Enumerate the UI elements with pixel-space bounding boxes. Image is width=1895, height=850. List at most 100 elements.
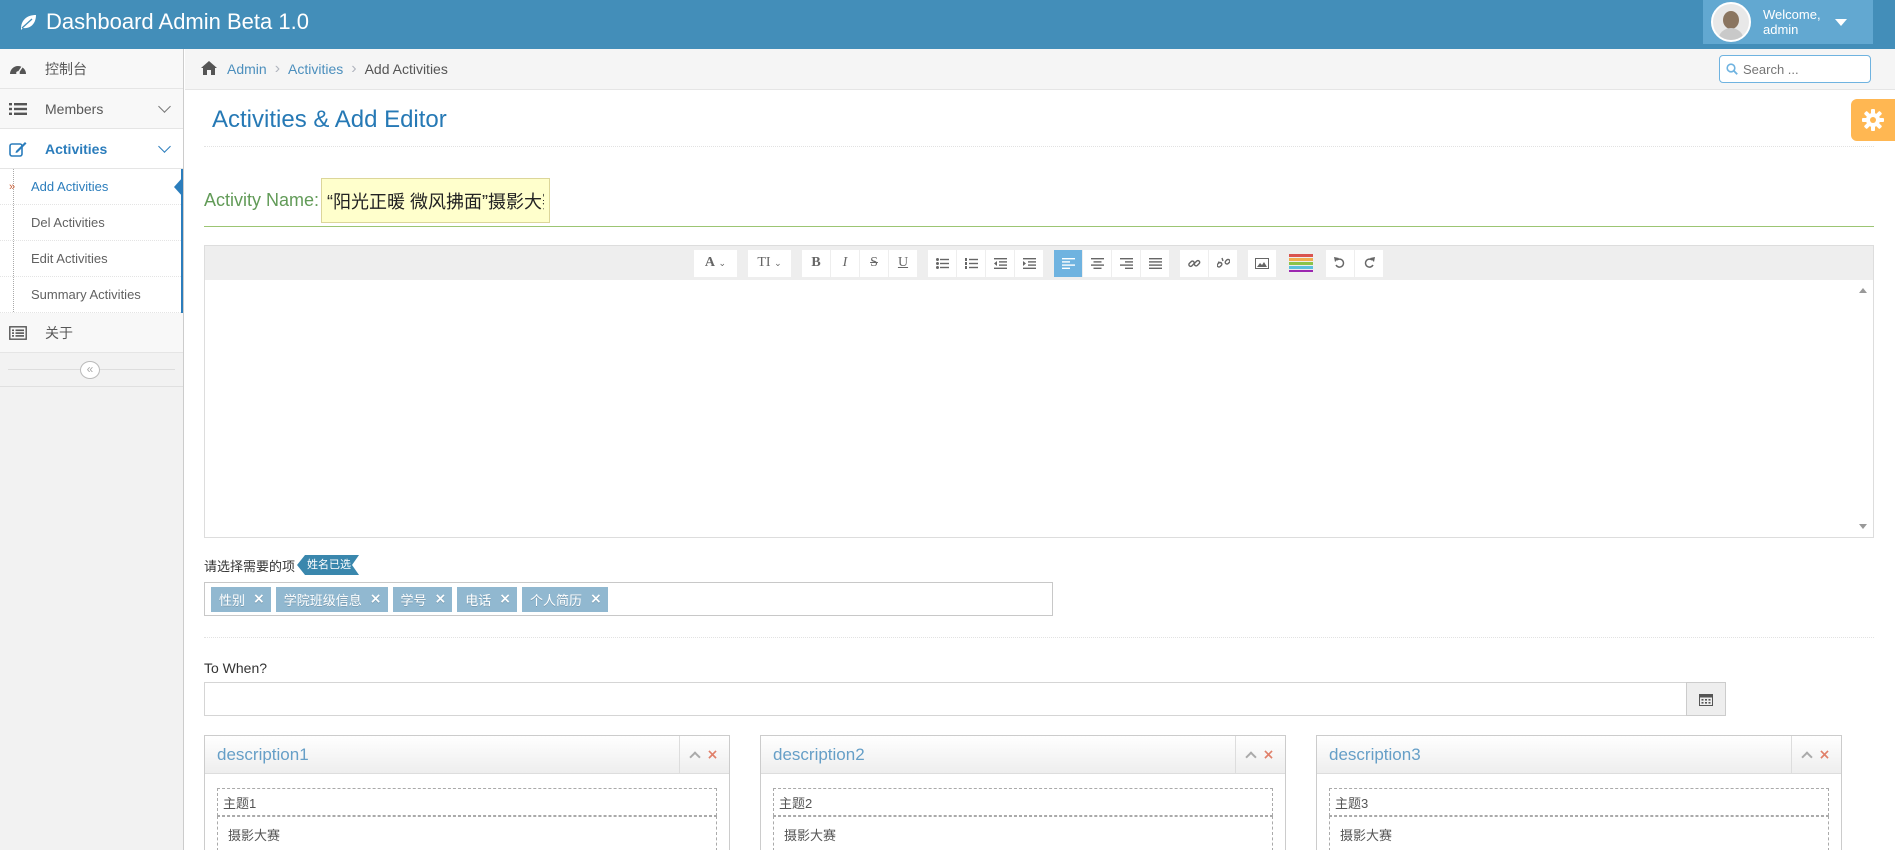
chevron-up-icon[interactable]	[688, 751, 701, 763]
sidebar-item-label: Members	[45, 100, 104, 117]
home-icon[interactable]	[201, 60, 217, 78]
to-when-label: To When?	[204, 660, 268, 676]
font-family-icon[interactable]: A ⌄	[694, 249, 738, 277]
settings-button[interactable]	[1851, 99, 1895, 141]
brand[interactable]: Dashboard Admin Beta 1.0	[18, 9, 309, 35]
chevron-up-icon[interactable]	[1244, 751, 1257, 763]
page-title: Activities & Add Editor	[212, 106, 447, 133]
pencil-square-icon	[8, 141, 28, 157]
tag-label: 学号	[400, 592, 427, 608]
sidebar-subitem-label: Edit Activities	[31, 251, 108, 266]
close-icon[interactable]: ×	[707, 747, 719, 763]
main-content: Activities & Add Editor Activity Name: A…	[185, 90, 1895, 850]
widget-field-topic[interactable]: 主题3	[1329, 788, 1829, 816]
activity-name-input[interactable]	[321, 178, 551, 223]
widget-field-content[interactable]: 摄影大赛	[217, 816, 717, 850]
sidebar-item-about[interactable]: 关于	[0, 313, 183, 353]
gear-icon	[1862, 109, 1884, 131]
tachometer-icon	[8, 61, 28, 77]
widget-field-topic[interactable]: 主题2	[773, 788, 1273, 816]
divider	[204, 226, 1874, 227]
tag-label: 个人简历	[530, 592, 583, 608]
chevron-down-icon	[158, 140, 171, 153]
sidebar-item-label: 关于	[45, 324, 73, 341]
close-icon[interactable]: ×	[1263, 747, 1275, 763]
indent-icon[interactable]	[1015, 249, 1044, 277]
align-justify-icon[interactable]	[1141, 249, 1170, 277]
sidebar-subitem-summary-activities[interactable]: Summary Activities	[0, 277, 181, 313]
sidebar-subitem-label: Add Activities	[31, 179, 109, 194]
font-size-icon[interactable]: TI ⌄	[748, 249, 792, 277]
username: admin	[1763, 22, 1799, 37]
undo-icon[interactable]	[1326, 249, 1355, 277]
tags-input[interactable]: 性别 × 学院班级信息 × 学号 × 电话 × 个人简历 ×	[204, 582, 1053, 616]
scroll-up-icon[interactable]	[1859, 288, 1867, 293]
bold-icon[interactable]: B	[802, 249, 831, 277]
redo-icon[interactable]	[1355, 249, 1384, 277]
search-input[interactable]	[1743, 61, 1863, 77]
align-center-icon[interactable]	[1083, 249, 1112, 277]
widget-title: description3	[1329, 745, 1421, 764]
tag-class-info: 学院班级信息 ×	[275, 586, 388, 612]
user-menu-toggle[interactable]: Welcome, admin	[1703, 0, 1873, 44]
to-when-input[interactable]	[204, 682, 1687, 716]
widget-field-content[interactable]: 摄影大赛	[773, 816, 1273, 850]
close-icon[interactable]: ×	[499, 591, 511, 607]
collapse-sidebar-icon[interactable]: «	[80, 361, 100, 379]
chevron-up-icon[interactable]	[1800, 751, 1813, 763]
editor-content-area[interactable]	[205, 280, 1873, 537]
sidebar-item-activities[interactable]: Activities	[0, 129, 183, 169]
welcome-line: Welcome,	[1763, 7, 1821, 22]
ordered-list-icon[interactable]	[957, 249, 986, 277]
chevron-down-icon	[158, 100, 171, 113]
unlink-icon[interactable]	[1209, 249, 1238, 277]
list-icon	[8, 101, 28, 117]
outdent-icon[interactable]	[986, 249, 1015, 277]
sidebar-subitem-add-activities[interactable]: » Add Activities	[0, 169, 183, 205]
sidebar-subitem-edit-activities[interactable]: Edit Activities	[0, 241, 181, 277]
sidebar-item-members[interactable]: Members	[0, 89, 183, 129]
description-widget-2: description2 × 主题2 摄影大赛	[760, 735, 1286, 850]
sidebar-subitem-del-activities[interactable]: Del Activities	[0, 205, 181, 241]
tag-label: 学院班级信息	[283, 592, 362, 608]
sidebar-item-dashboard[interactable]: 控制台	[0, 49, 183, 89]
align-right-icon[interactable]	[1112, 249, 1141, 277]
welcome-text: Welcome, admin	[1763, 7, 1821, 37]
widget-field-content[interactable]: 摄影大赛	[1329, 816, 1829, 850]
image-icon[interactable]	[1248, 249, 1277, 277]
close-icon[interactable]: ×	[253, 591, 265, 607]
widget-title: description1	[217, 745, 309, 764]
rich-text-editor: A ⌄ TI ⌄ B I S U	[204, 245, 1874, 538]
search-box	[1719, 55, 1871, 83]
breadcrumb-separator-icon: ›	[274, 60, 281, 77]
activities-submenu: » Add Activities Del Activities Edit Act…	[0, 169, 183, 313]
italic-icon[interactable]: I	[831, 249, 860, 277]
tag-student-id: 学号 ×	[392, 586, 453, 612]
list-alt-icon	[8, 325, 28, 341]
widget-title: description2	[773, 745, 865, 764]
search-icon	[1726, 63, 1738, 75]
link-icon[interactable]	[1180, 249, 1209, 277]
breadcrumb-current: Add Activities	[364, 61, 448, 77]
close-icon[interactable]: ×	[435, 591, 447, 607]
strikethrough-icon[interactable]: S	[860, 249, 889, 277]
close-icon[interactable]: ×	[590, 591, 602, 607]
scroll-down-icon[interactable]	[1859, 524, 1867, 529]
unordered-list-icon[interactable]	[928, 249, 957, 277]
divider	[204, 146, 1874, 147]
breadcrumb-link-activities[interactable]: Activities	[288, 61, 343, 77]
date-picker-button[interactable]	[1686, 682, 1726, 716]
sidebar: 控制台 Members Activities » Add Activities …	[0, 49, 184, 850]
align-left-icon[interactable]	[1054, 249, 1083, 277]
close-icon[interactable]: ×	[370, 591, 382, 607]
avatar	[1711, 2, 1751, 42]
underline-icon[interactable]: U	[889, 249, 918, 277]
breadcrumb-link-admin[interactable]: Admin	[227, 61, 267, 77]
color-palette-icon[interactable]	[1287, 249, 1316, 277]
description-widget-1: description1 × 主题1 摄影大赛	[204, 735, 730, 850]
sidebar-subitem-label: Summary Activities	[31, 287, 141, 302]
widget-field-topic[interactable]: 主题1	[217, 788, 717, 816]
leaf-icon	[21, 15, 36, 30]
fields-label: 请选择需要的项	[204, 558, 296, 574]
close-icon[interactable]: ×	[1819, 747, 1831, 763]
